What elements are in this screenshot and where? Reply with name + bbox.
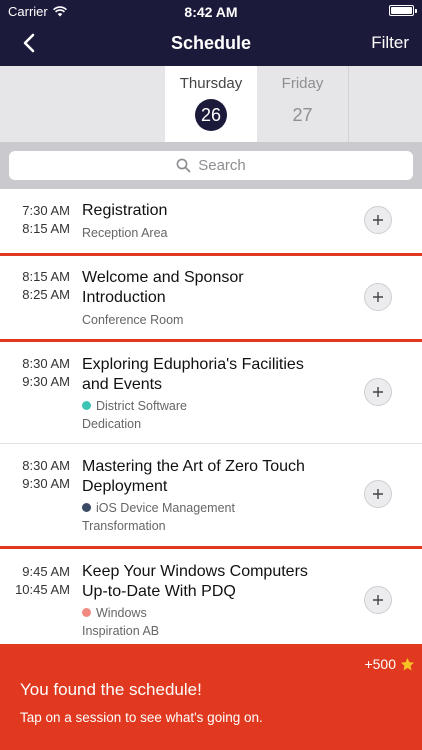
session-start: 8:30 AM	[22, 356, 70, 371]
session-end: 8:15 AM	[22, 221, 70, 236]
session-times: 8:15 AM 8:25 AM	[0, 268, 70, 304]
session-title: Welcome and Sponsor Introduction	[82, 269, 244, 306]
battery-icon	[389, 5, 417, 16]
add-session-button[interactable]	[364, 378, 392, 406]
star-icon	[400, 657, 415, 670]
search-bar: Search	[0, 142, 422, 189]
session-row[interactable]: 9:45 AM 10:45 AM Keep Your Windows Compu…	[0, 549, 422, 649]
session-row[interactable]: 8:30 AM 9:30 AM Mastering the Art of Zer…	[0, 444, 422, 549]
plus-icon	[373, 489, 383, 499]
session-times: 8:30 AM 9:30 AM	[0, 457, 70, 493]
add-session-button[interactable]	[364, 283, 392, 311]
session-row[interactable]: 7:30 AM 8:15 AM Registration Reception A…	[0, 189, 422, 256]
session-row[interactable]: 8:15 AM 8:25 AM Welcome and Sponsor Intr…	[0, 256, 422, 342]
plus-icon	[373, 292, 383, 302]
session-track: iOS Device Management	[82, 499, 342, 517]
day-name: Thursday	[179, 75, 243, 92]
session-times: 8:30 AM 9:30 AM	[0, 355, 70, 391]
plus-icon	[373, 215, 383, 225]
search-placeholder: Search	[198, 157, 246, 174]
session-location: Inspiration AB	[82, 624, 160, 638]
session-end: 8:25 AM	[22, 287, 70, 302]
session-times: 7:30 AM 8:15 AM	[0, 202, 70, 238]
session-title: Exploring Eduphoria's Facilities and Eve…	[82, 356, 304, 393]
toast-title: You found the schedule!	[20, 680, 202, 699]
day-number: 26	[195, 99, 227, 131]
session-location: Dedication	[82, 417, 142, 431]
session-start: 8:15 AM	[22, 269, 70, 284]
plus-icon	[373, 595, 383, 605]
points-label: +500	[364, 656, 396, 672]
session-title: Registration	[82, 202, 168, 219]
session-start: 7:30 AM	[22, 203, 70, 218]
track-color-dot	[82, 503, 91, 512]
page-title: Schedule	[170, 33, 252, 53]
session-list: 7:30 AM 8:15 AM Registration Reception A…	[0, 189, 422, 649]
session-location: Reception Area	[82, 226, 168, 240]
track-color-dot	[82, 608, 91, 617]
achievement-toast[interactable]: +500 You found the schedule! Tap on a se…	[0, 644, 422, 750]
points-badge: +500	[364, 656, 415, 672]
search-icon	[176, 158, 191, 173]
session-start: 9:45 AM	[22, 564, 70, 579]
status-bar: Carrier 8:42 AM	[0, 0, 422, 22]
track-color-dot	[82, 401, 91, 410]
session-track: Windows	[82, 604, 342, 622]
day-name: Friday	[281, 75, 324, 92]
session-track: District Software	[82, 397, 342, 415]
day-selector: Thursday 26 Friday 27	[0, 66, 422, 142]
day-tab-thursday[interactable]: Thursday 26	[165, 66, 257, 142]
session-end: 9:30 AM	[22, 476, 70, 491]
navigation-bar: Carrier 8:42 AM Schedule Filter	[0, 0, 422, 66]
session-start: 8:30 AM	[22, 458, 70, 473]
day-number: 27	[292, 105, 313, 125]
session-row[interactable]: 8:30 AM 9:30 AM Exploring Eduphoria's Fa…	[0, 342, 422, 444]
search-input[interactable]: Search	[9, 151, 413, 180]
session-title: Keep Your Windows Computers Up-to-Date W…	[82, 563, 308, 600]
filter-button[interactable]: Filter	[371, 33, 409, 53]
session-location: Transformation	[82, 519, 166, 533]
status-time: 8:42 AM	[184, 4, 238, 20]
session-end: 9:30 AM	[22, 374, 70, 389]
add-session-button[interactable]	[364, 480, 392, 508]
session-location: Conference Room	[82, 313, 184, 327]
add-session-button[interactable]	[364, 586, 392, 614]
add-session-button[interactable]	[364, 206, 392, 234]
toast-message: Tap on a session to see what's going on.	[20, 710, 263, 725]
plus-icon	[373, 387, 383, 397]
session-title: Mastering the Art of Zero Touch Deployme…	[82, 458, 305, 495]
session-times: 9:45 AM 10:45 AM	[0, 563, 70, 599]
session-end: 10:45 AM	[15, 582, 70, 597]
day-tab-friday[interactable]: Friday 27	[257, 66, 349, 142]
